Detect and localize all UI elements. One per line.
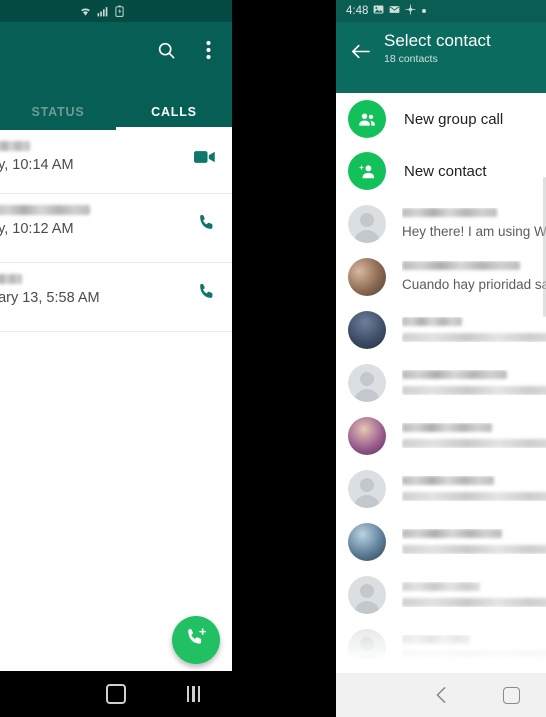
- avatar: [348, 628, 386, 667]
- left-android-nav-bar: [0, 671, 232, 717]
- contact-row[interactable]: [336, 621, 546, 674]
- left-app-bar: [0, 22, 232, 88]
- home-icon[interactable]: [476, 686, 546, 704]
- contact-status-redacted: [402, 386, 546, 395]
- avatar: [348, 257, 386, 296]
- contact-text: [402, 476, 546, 501]
- new-group-call-label: New group call: [404, 110, 504, 128]
- contact-row[interactable]: [336, 303, 546, 356]
- new-call-fab[interactable]: [172, 616, 220, 664]
- add-contact-icon: [348, 152, 386, 190]
- wifi-icon: [79, 6, 92, 17]
- avatar: [348, 522, 386, 561]
- whatsapp-calls-panel: STATUS CALLS ay, 10:14 AM ay, 10:12 AM: [0, 0, 232, 717]
- photo-icon: [373, 4, 384, 18]
- contact-text: [402, 423, 546, 448]
- contact-row[interactable]: [336, 515, 546, 568]
- page-title: Select contact: [384, 31, 491, 50]
- back-icon[interactable]: [406, 686, 476, 704]
- right-app-bar-titles: Select contact 18 contacts: [384, 31, 491, 65]
- new-contact-label: New contact: [404, 162, 487, 180]
- contact-status: Hey there! I am using W.: [402, 224, 546, 239]
- contact-row[interactable]: Cuando hay prioridad sa: [336, 250, 546, 303]
- tab-status[interactable]: STATUS: [0, 105, 116, 130]
- contact-text: Hey there! I am using W.: [402, 208, 546, 239]
- right-status-bar: 4:48: [336, 0, 546, 22]
- right-app-bar: Select contact 18 contacts: [336, 22, 546, 93]
- contact-text: [402, 582, 546, 607]
- mail-icon: [389, 4, 400, 18]
- contact-list[interactable]: New group call New contact Hey there! I …: [336, 93, 546, 693]
- contact-text: [402, 317, 546, 342]
- contact-status-redacted: [402, 492, 546, 501]
- left-tab-bar: STATUS CALLS: [0, 88, 232, 130]
- call-timestamp: ay, 10:12 AM: [0, 221, 74, 237]
- group-call-icon: [348, 100, 386, 138]
- overflow-menu-icon[interactable]: [190, 32, 226, 68]
- avatar: [348, 204, 386, 243]
- contact-row[interactable]: [336, 356, 546, 409]
- search-icon[interactable]: [148, 32, 184, 68]
- home-icon[interactable]: [77, 684, 154, 704]
- left-status-bar: [0, 0, 232, 22]
- screenshot-root: STATUS CALLS ay, 10:14 AM ay, 10:12 AM: [0, 0, 546, 717]
- contact-name-redacted: [402, 370, 507, 379]
- call-log-row[interactable]: ay, 10:14 AM: [0, 130, 232, 194]
- call-log-row[interactable]: ay, 10:12 AM: [0, 194, 232, 263]
- right-android-nav-bar: [336, 673, 546, 717]
- contact-name-redacted: [402, 529, 502, 538]
- call-log-row[interactable]: uary 13, 5:58 AM: [0, 263, 232, 332]
- avatar: [348, 469, 386, 508]
- call-contact-name-redacted: [0, 274, 22, 284]
- contact-name-redacted: [402, 208, 497, 217]
- call-timestamp: ay, 10:14 AM: [0, 157, 74, 173]
- left-app-bar-actions: [148, 32, 226, 68]
- select-contact-panel: 4:48 Select contact 18 contacts New grou…: [336, 0, 546, 717]
- avatar: [348, 575, 386, 614]
- signal-icon: [97, 6, 109, 17]
- contact-row[interactable]: [336, 409, 546, 462]
- new-group-call-row[interactable]: New group call: [336, 93, 546, 145]
- recents-bars: [186, 686, 201, 702]
- contact-status-redacted: [402, 333, 546, 342]
- contact-name-redacted: [402, 423, 492, 432]
- sync-icon: [405, 4, 416, 18]
- contact-status-redacted: [402, 439, 546, 448]
- contact-name-redacted: [402, 261, 520, 270]
- recents-icon[interactable]: [155, 686, 232, 702]
- new-call-icon: [185, 626, 208, 654]
- contact-row[interactable]: [336, 568, 546, 621]
- contact-status-redacted: [402, 651, 546, 660]
- call-timestamp: uary 13, 5:58 AM: [0, 290, 100, 306]
- call-contact-name-redacted: [0, 141, 30, 151]
- new-contact-row[interactable]: New contact: [336, 145, 546, 197]
- contact-text: [402, 529, 546, 554]
- video-call-icon[interactable]: [194, 149, 216, 170]
- contact-name-redacted: [402, 317, 462, 326]
- home-square: [502, 686, 520, 704]
- home-square: [105, 684, 126, 704]
- dot-icon: [421, 5, 427, 17]
- contact-row[interactable]: Hey there! I am using W.: [336, 197, 546, 250]
- voice-call-icon[interactable]: [197, 282, 216, 306]
- contact-text: Cuando hay prioridad sa: [402, 261, 546, 292]
- contact-text: [402, 370, 546, 395]
- contact-text: [402, 635, 546, 660]
- avatar: [348, 416, 386, 455]
- contact-name-redacted: [402, 582, 480, 591]
- contact-name-redacted: [402, 635, 470, 644]
- contact-status-redacted: [402, 598, 546, 607]
- status-time: 4:48: [346, 5, 369, 17]
- voice-call-icon[interactable]: [197, 213, 216, 237]
- avatar: [348, 363, 386, 402]
- battery-icon: [114, 5, 125, 17]
- contact-status-redacted: [402, 545, 546, 554]
- call-contact-name-redacted: [0, 205, 90, 215]
- contact-name-redacted: [402, 476, 494, 485]
- contact-status: Cuando hay prioridad sa: [402, 277, 546, 292]
- contacts-count: 18 contacts: [384, 53, 438, 65]
- back-arrow-icon[interactable]: [336, 31, 384, 71]
- avatar: [348, 310, 386, 349]
- contact-row[interactable]: [336, 462, 546, 515]
